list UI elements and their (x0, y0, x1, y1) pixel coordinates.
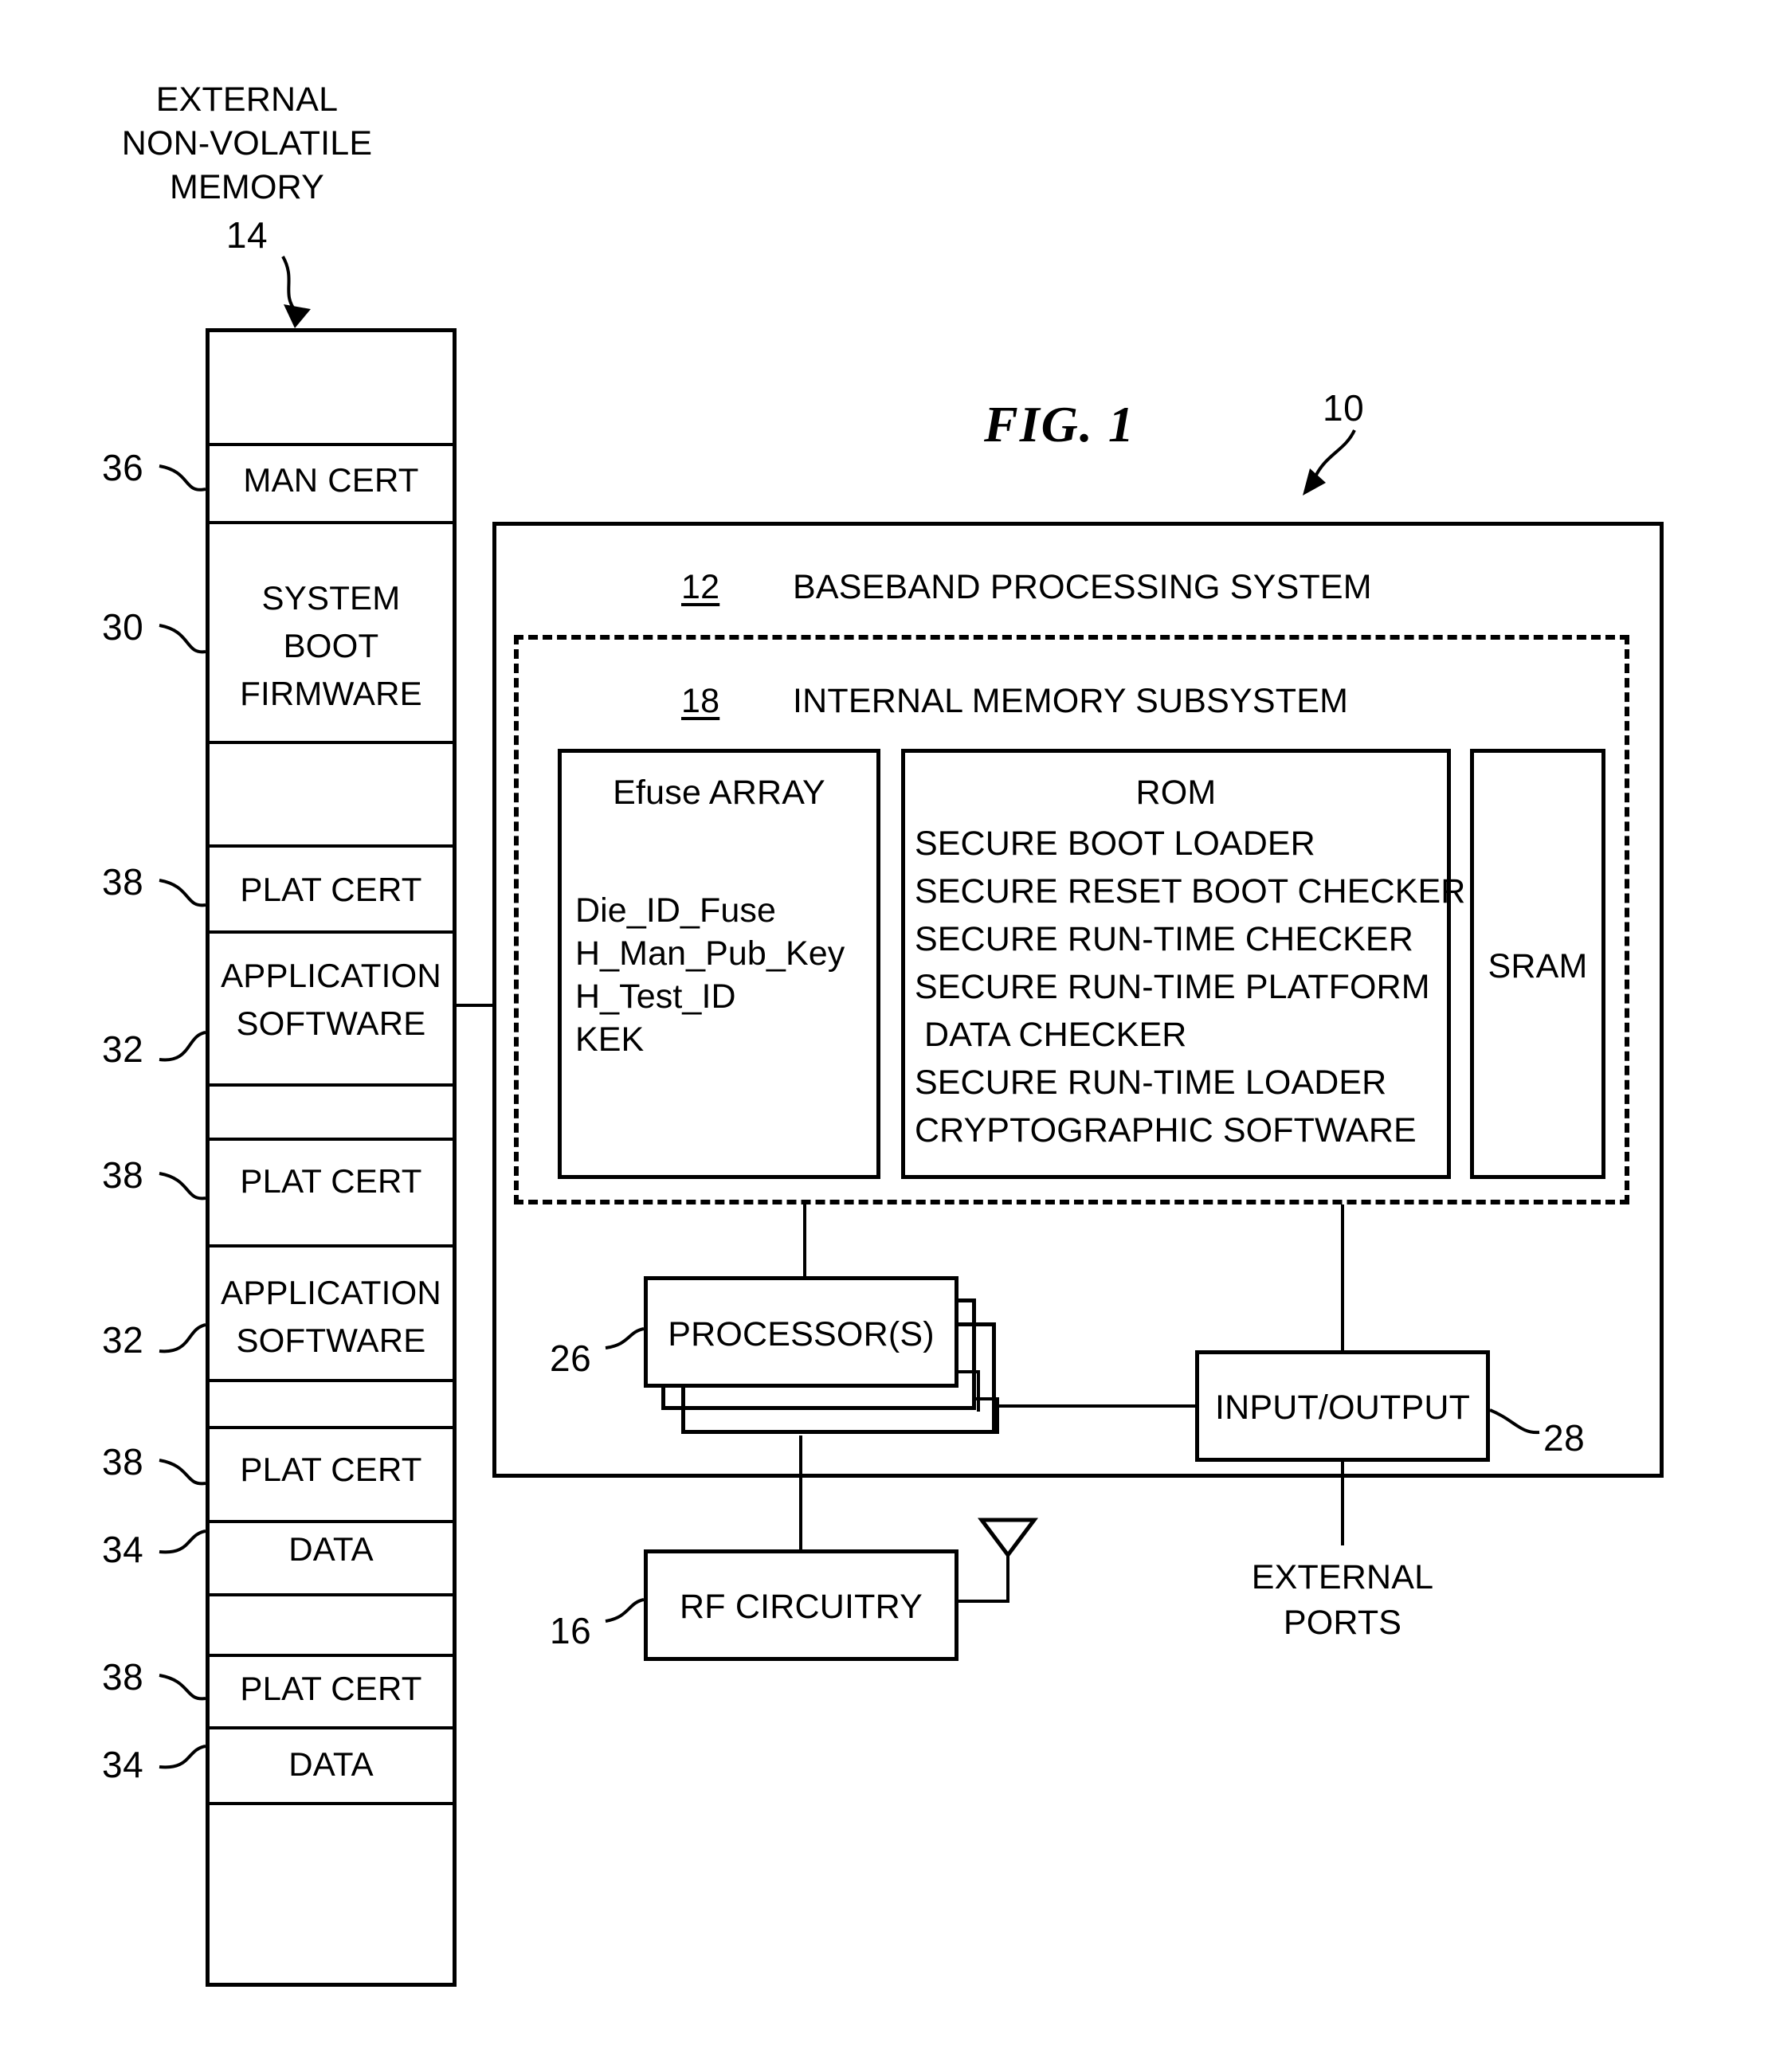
leader-34-2 (159, 1745, 206, 1769)
mem-row-label-plat-cert-2: PLAT CERT (240, 1162, 422, 1200)
external-memory-ref-14: 14 (225, 214, 269, 256)
mem-row-label-application-software-1-l2: SOFTWARE (236, 1005, 426, 1042)
mem-divider (206, 1593, 457, 1596)
mem-row-label-system-boot-firmware-l3: FIRMWARE (240, 675, 422, 712)
mem-row-label-application-software-1-l1: APPLICATION (221, 957, 441, 994)
mem-row-label-plat-cert-3: PLAT CERT (240, 1451, 422, 1488)
mem-divider (206, 1654, 457, 1657)
rom-entry-secure-reset-boot-checker: SECURE RESET BOOT CHECKER (915, 872, 1466, 911)
mem-row-label-man-cert: MAN CERT (243, 461, 419, 499)
baseband-title: BASEBAND PROCESSING SYSTEM (793, 568, 1372, 606)
ims-title: INTERNAL MEMORY SUBSYSTEM (793, 682, 1349, 720)
mem-divider (206, 1083, 457, 1087)
mem-divider (206, 1244, 457, 1248)
io-ref-28: 28 (1543, 1417, 1586, 1459)
mem-row-label-data-2: DATA (288, 1745, 374, 1783)
mem-ref-34-1: 34 (102, 1529, 144, 1570)
baseband-ref-12: 12 (681, 568, 720, 606)
efuse-entry-h-test-id: H_Test_ID (575, 977, 736, 1016)
leader-38-1 (159, 879, 206, 907)
processor-ref-26: 26 (550, 1338, 592, 1379)
figure-ref-10: 10 (1323, 387, 1365, 429)
rom-entry-secure-run-time-platform: SECURE RUN-TIME PLATFORM (915, 968, 1430, 1006)
leader-34-1 (159, 1530, 206, 1554)
mem-row-label-application-software-2-l1: APPLICATION (221, 1274, 441, 1311)
efuse-entry-die-id-fuse: Die_ID_Fuse (575, 891, 777, 930)
efuse-entry-kek: KEK (575, 1020, 645, 1059)
leader-32-2 (159, 1323, 206, 1353)
mem-ref-38-1: 38 (102, 861, 144, 903)
external-memory-title-line1: EXTERNAL (155, 80, 339, 119)
rom-entry-data-checker: DATA CHECKER (915, 1016, 1187, 1054)
mem-divider (206, 443, 457, 446)
mem-ref-38-4: 38 (102, 1656, 144, 1698)
mem-ref-38-3: 38 (102, 1441, 144, 1483)
rom-entry-secure-boot-loader: SECURE BOOT LOADER (915, 824, 1315, 863)
mem-row-label-application-software-2-l2: SOFTWARE (236, 1322, 426, 1359)
ims-ref-18: 18 (681, 682, 720, 720)
sram-title: SRAM (1488, 947, 1588, 985)
external-memory-title-line3: MEMORY (170, 168, 324, 206)
mem-row-label-system-boot-firmware-l2: BOOT (283, 627, 379, 664)
leader-36 (159, 464, 206, 492)
mem-row-label-plat-cert-1: PLAT CERT (240, 871, 422, 908)
mem-ref-34-2: 34 (102, 1744, 144, 1785)
figure-title: FIG. 1 (984, 396, 1135, 452)
leader-38-4 (159, 1674, 206, 1701)
leader-32-1 (159, 1031, 206, 1062)
link-rf-to-antenna (958, 1555, 1009, 1603)
mem-divider (206, 1802, 457, 1805)
mem-ref-32-1: 32 (102, 1028, 144, 1070)
leader-14 (281, 256, 298, 314)
efuse-entry-h-man-pub-key: H_Man_Pub_Key (575, 934, 845, 973)
mem-divider (206, 741, 457, 744)
patent-figure-1: FIG. 1 10 EXTERNAL NON-VOLATILE MEMORY 1… (0, 0, 1768, 2072)
external-memory-title-line2: NON-VOLATILE (121, 124, 373, 163)
rom-entry-secure-run-time-checker: SECURE RUN-TIME CHECKER (915, 920, 1413, 958)
mem-ref-32-2: 32 (102, 1319, 144, 1361)
arrowhead-10 (1303, 468, 1326, 495)
mem-row-label-system-boot-firmware-l1: SYSTEM (261, 579, 401, 617)
rom-entry-cryptographic-software: CRYPTOGRAPHIC SOFTWARE (915, 1111, 1417, 1150)
mem-ref-30: 30 (102, 606, 144, 648)
mem-divider (206, 1379, 457, 1382)
mem-ref-38-2: 38 (102, 1154, 144, 1196)
efuse-array-title: Efuse ARRAY (613, 774, 825, 812)
arrowhead-14 (284, 304, 311, 328)
mem-divider (206, 844, 457, 848)
leader-10 (1313, 429, 1356, 479)
mem-divider (206, 1726, 457, 1729)
input-output-label: INPUT/OUTPUT (1214, 1389, 1471, 1427)
mem-divider (206, 1426, 457, 1429)
processor-label: PROCESSOR(S) (668, 1315, 935, 1353)
rf-circuitry-label: RF CIRCUITRY (680, 1588, 923, 1626)
leader-30 (159, 624, 206, 654)
external-ports-line1: EXTERNAL (1251, 1558, 1434, 1596)
mem-divider (206, 930, 457, 934)
leader-38-2 (159, 1172, 206, 1201)
antenna-icon (978, 1518, 1038, 1559)
rf-ref-16: 16 (550, 1610, 592, 1651)
external-memory-column (206, 328, 457, 1987)
external-ports-line2: PORTS (1283, 1604, 1402, 1642)
rom-title: ROM (1135, 774, 1217, 812)
leader-38-3 (159, 1459, 206, 1486)
mem-row-label-plat-cert-4: PLAT CERT (240, 1670, 422, 1707)
mem-row-label-data-1: DATA (288, 1530, 374, 1568)
leader-16 (605, 1598, 645, 1623)
mem-divider (206, 521, 457, 524)
rom-entry-secure-run-time-loader: SECURE RUN-TIME LOADER (915, 1063, 1387, 1102)
mem-divider (206, 1520, 457, 1523)
mem-divider (206, 1138, 457, 1141)
mem-ref-36: 36 (102, 447, 144, 488)
